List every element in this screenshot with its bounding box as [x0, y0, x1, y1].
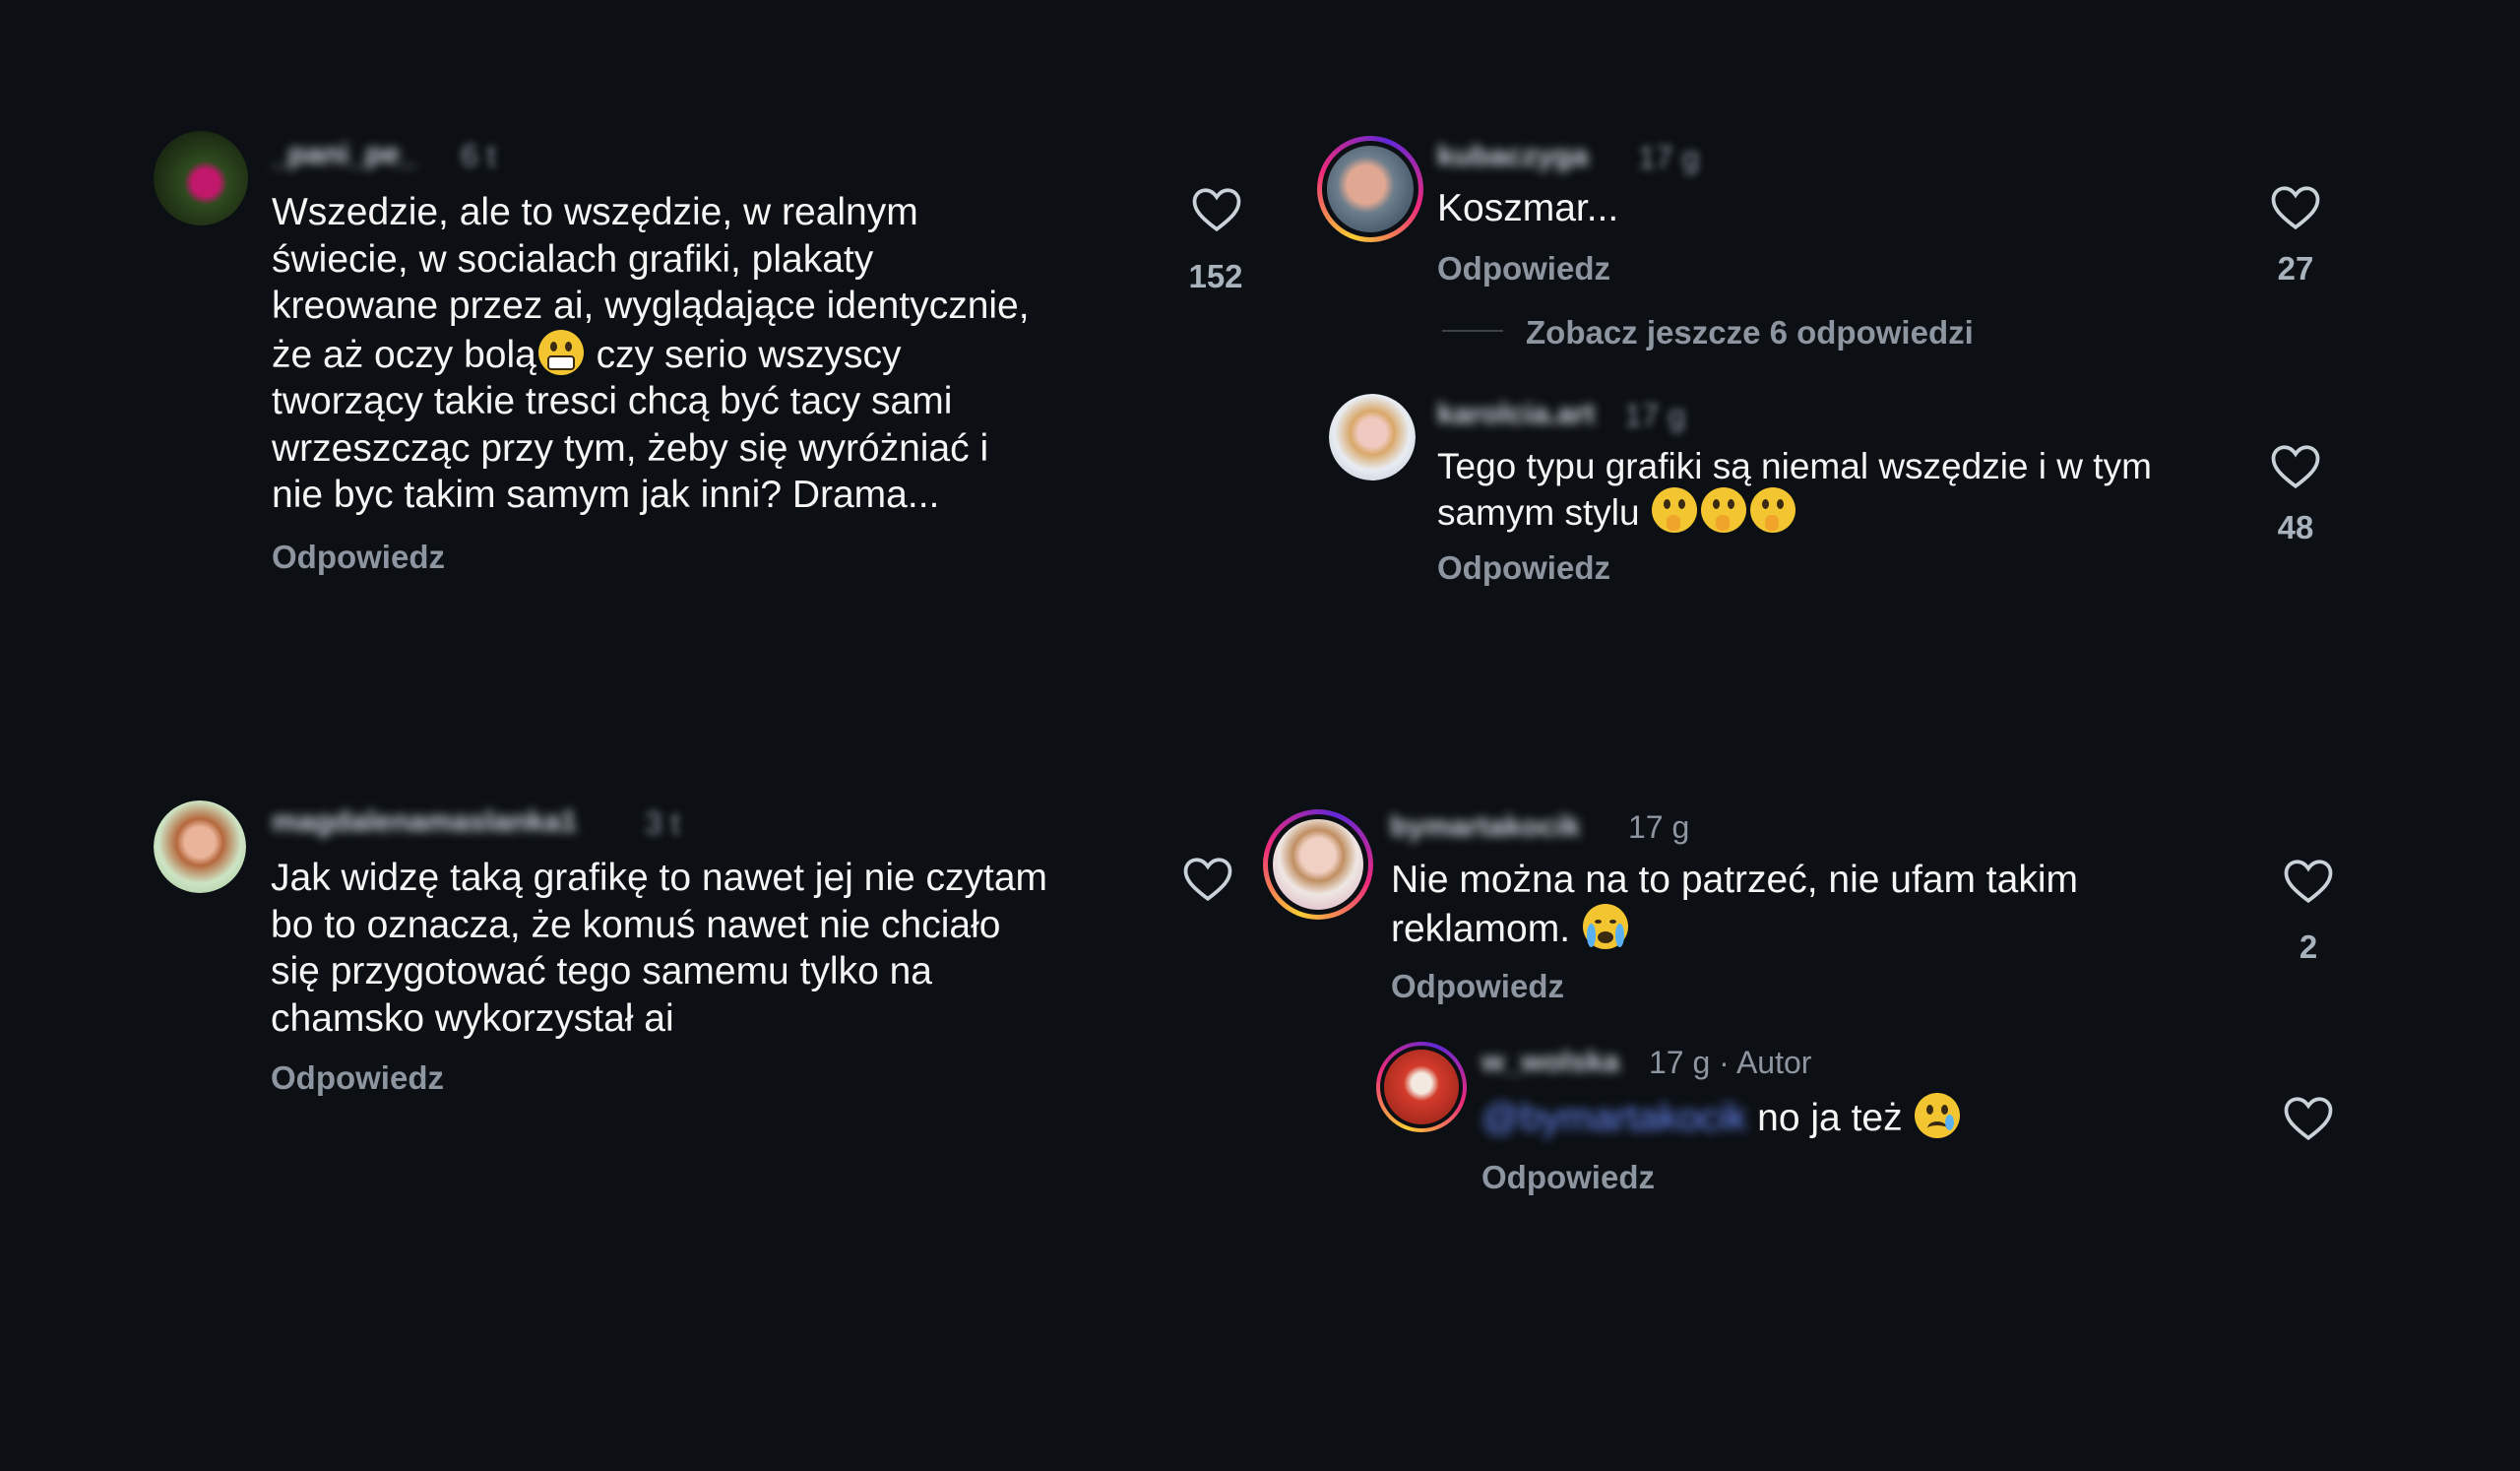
like-count: 27: [2277, 250, 2314, 287]
comment-text: Nie można na to patrzeć, nie ufam takim …: [1391, 859, 2078, 950]
username[interactable]: _pani_pe_: [272, 138, 416, 171]
reply-button[interactable]: Odpowiedz: [1437, 549, 1610, 587]
heart-icon[interactable]: [2271, 185, 2320, 230]
mention-link[interactable]: @bymartakocik: [1481, 1097, 1746, 1139]
reply-button[interactable]: Odpowiedz: [271, 1059, 444, 1097]
heart-icon[interactable]: [2284, 1096, 2333, 1141]
username[interactable]: bymartakocik: [1390, 810, 1580, 844]
timestamp: 17 g: [1638, 140, 1700, 175]
reply-button[interactable]: Odpowiedz: [1391, 968, 1564, 1005]
like-count: 48: [2277, 509, 2314, 545]
grimacing-face-icon: [537, 329, 584, 375]
comment-text: Tego typu grafiki są niemal wszędzie i w…: [1437, 446, 2152, 533]
comment-text: Koszmar...: [1437, 187, 1619, 229]
timestamp: 3 t: [645, 805, 680, 841]
reply-button[interactable]: Odpowiedz: [1437, 250, 1610, 288]
heart-icon[interactable]: [2284, 859, 2333, 904]
loudly-crying-face-icon: [1582, 903, 1628, 949]
heart-icon[interactable]: [1183, 857, 1232, 902]
avatar[interactable]: [1329, 394, 1416, 480]
avatar[interactable]: [154, 800, 246, 893]
heart-icon[interactable]: [1192, 187, 1241, 232]
username[interactable]: w_wolska: [1481, 1046, 1619, 1079]
username[interactable]: karolcia.art: [1437, 398, 1595, 431]
username[interactable]: kubaczyga: [1437, 140, 1588, 173]
divider: [1442, 330, 1503, 332]
reply-button[interactable]: Odpowiedz: [1481, 1159, 1655, 1196]
face-with-open-eyes-and-hand-over-mouth-icon: [1700, 487, 1746, 533]
like-count: 152: [1188, 258, 1243, 294]
comment-text: Wszedzie, ale to wszędzie, w realnym świ…: [272, 191, 1030, 516]
avatar[interactable]: [1317, 136, 1423, 242]
face-with-open-eyes-and-hand-over-mouth-icon: [1651, 487, 1697, 533]
avatar[interactable]: [1376, 1042, 1467, 1132]
like-count: 2: [2299, 928, 2318, 965]
view-more-replies-button[interactable]: Zobacz jeszcze 6 odpowiedzi: [1526, 314, 1974, 352]
timestamp: 17 g: [1624, 398, 1686, 433]
timestamp: 17 g · Autor: [1649, 1045, 1812, 1080]
comment-text: Jak widzę taką grafikę to nawet jej nie …: [271, 857, 1048, 1040]
timestamp: 17 g: [1628, 809, 1690, 845]
heart-icon[interactable]: [2271, 444, 2320, 489]
crying-face-icon: [1915, 1093, 1961, 1138]
comment-text: @bymartakocik no ja też: [1481, 1093, 2230, 1142]
face-with-open-eyes-and-hand-over-mouth-icon: [1749, 487, 1796, 533]
reply-button[interactable]: Odpowiedz: [272, 539, 445, 576]
avatar[interactable]: [154, 131, 248, 225]
timestamp: 6 t: [461, 138, 496, 173]
avatar[interactable]: [1263, 809, 1373, 920]
username[interactable]: magdalenamaslanka1: [272, 805, 577, 839]
